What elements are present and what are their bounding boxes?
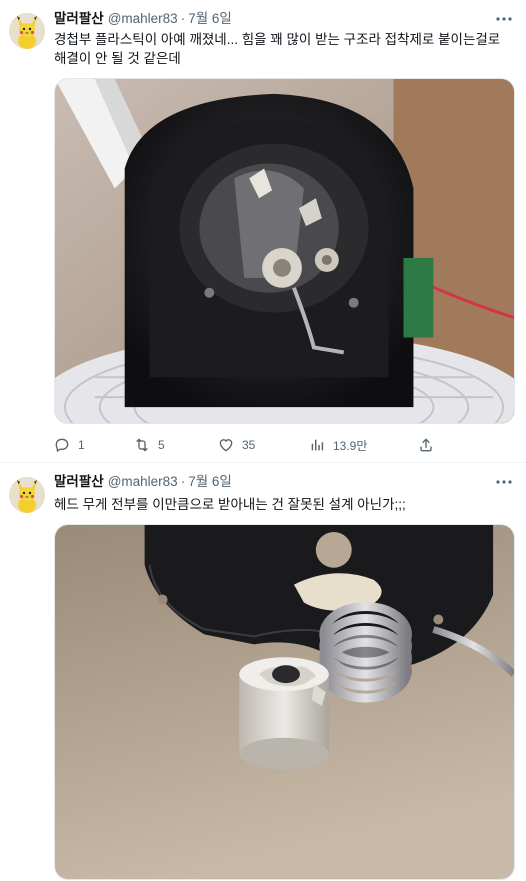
views-chart-icon xyxy=(311,439,324,451)
tweet[interactable]: 말러팔산 @mahler83 · 7월 6일 헤드 무게 전부를 이만큼으로 받아내는… xyxy=(0,462,526,881)
like-count: 35 xyxy=(242,438,256,452)
broken-grommet-spring-photo xyxy=(55,525,514,879)
display-name[interactable]: 말러팔산 xyxy=(54,11,104,26)
tweet-text: 경첩부 플라스틱이 아예 깨졌네... 힘을 꽤 많이 받는 구조라 접착제로 … xyxy=(54,32,501,66)
share-button[interactable] xyxy=(418,434,434,456)
tweet-text: 헤드 무게 전부를 이만큼으로 받아내는 건 잘못된 설계 아닌가;;; xyxy=(54,497,406,512)
retweet-count: 5 xyxy=(158,438,165,452)
reply-button[interactable]: 1 xyxy=(54,434,85,456)
separator: · xyxy=(180,474,186,489)
tweet[interactable]: 말러팔산 @mahler83 · 7월 6일 경첩부 플라스틱이 아예 깨졌네... … xyxy=(0,0,526,463)
reply-count: 1 xyxy=(78,438,85,452)
tweet-header: 말러팔산 @mahler83 · 7월 6일 xyxy=(54,473,486,491)
user-handle[interactable]: @mahler83 xyxy=(108,11,178,26)
display-name[interactable]: 말러팔산 xyxy=(54,474,104,489)
retweet-icon xyxy=(136,438,148,452)
more-dots-icon xyxy=(496,480,512,484)
tweet-actions: 1 5 35 13.9만 xyxy=(54,434,434,456)
tweet-date[interactable]: 7월 6일 xyxy=(188,474,232,489)
avatar[interactable] xyxy=(9,477,45,513)
reply-icon xyxy=(55,438,69,452)
views-count: 13.9만 xyxy=(333,438,368,453)
avatar[interactable] xyxy=(9,13,45,49)
heart-icon xyxy=(219,439,233,452)
more-options-button[interactable] xyxy=(494,10,514,28)
pikachu-avatar-icon xyxy=(9,477,45,513)
retweet-button[interactable]: 5 xyxy=(134,434,165,456)
tweet-photo[interactable] xyxy=(54,524,515,880)
tweet-date[interactable]: 7월 6일 xyxy=(188,11,232,26)
separator: · xyxy=(180,11,186,26)
share-icon xyxy=(420,438,432,452)
tweet-photo[interactable] xyxy=(54,78,515,424)
more-dots-icon xyxy=(496,17,512,21)
pikachu-avatar-icon xyxy=(9,13,45,49)
broken-hinge-photo xyxy=(55,79,514,423)
user-handle[interactable]: @mahler83 xyxy=(108,474,178,489)
more-options-button[interactable] xyxy=(494,473,514,491)
like-button[interactable]: 35 xyxy=(218,434,255,456)
tweet-header: 말러팔산 @mahler83 · 7월 6일 xyxy=(54,10,486,28)
views-button[interactable]: 13.9만 xyxy=(309,434,367,456)
timeline: 말러팔산 @mahler83 · 7월 6일 경첩부 플라스틱이 아예 깨졌네... … xyxy=(0,0,526,881)
